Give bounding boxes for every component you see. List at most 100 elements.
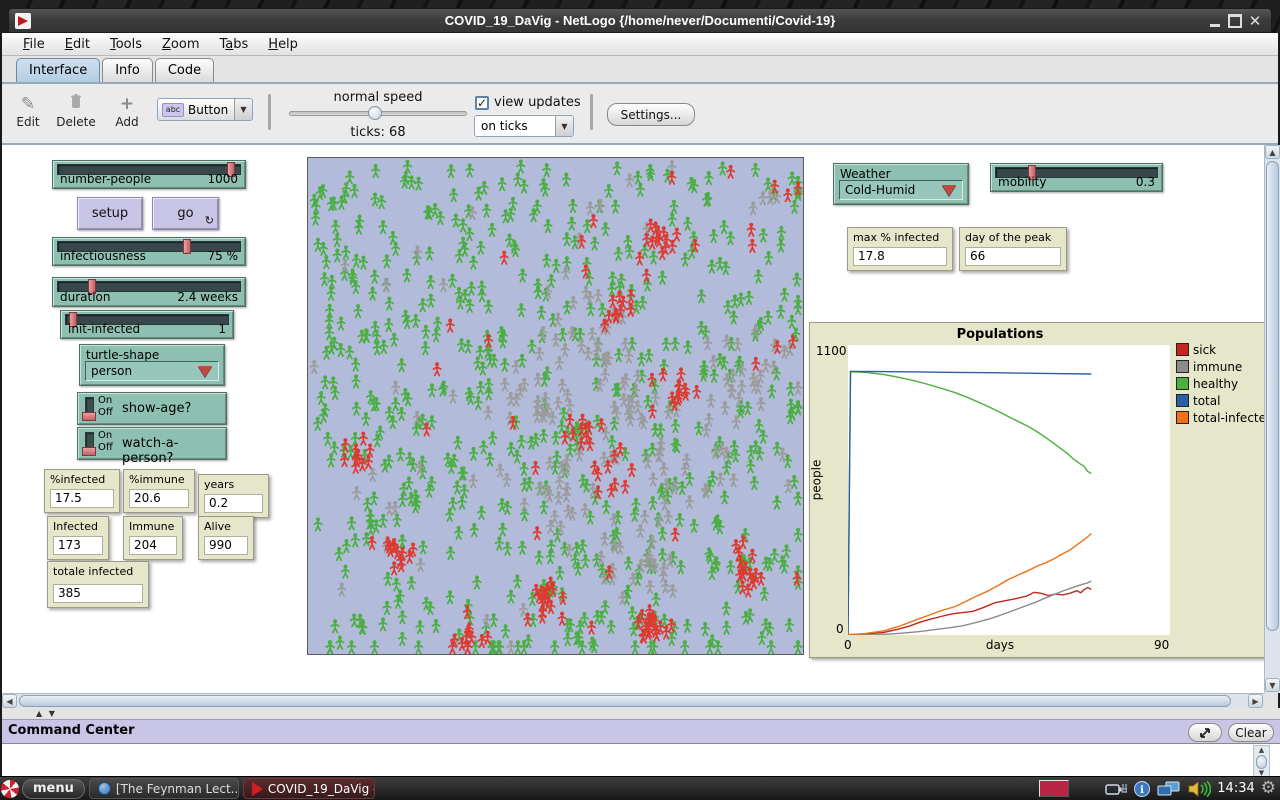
ticks-counter: ticks: 68 xyxy=(289,125,467,140)
vertical-scrollbar[interactable]: ▲ ▼ xyxy=(1264,145,1280,693)
tab-info[interactable]: Info xyxy=(102,58,153,83)
tab-interface[interactable]: Interface xyxy=(16,58,100,83)
go-button[interactable]: go ↻ xyxy=(152,197,219,230)
taskbar-item-netlogo[interactable]: COVID_19_DaVig - ... xyxy=(243,778,375,799)
person-agent xyxy=(471,523,478,536)
diagonal-arrows-icon xyxy=(1199,727,1211,739)
setup-button[interactable]: setup xyxy=(77,197,143,230)
person-agent xyxy=(473,575,480,588)
person-agent xyxy=(568,217,575,230)
horizontal-scrollbar[interactable]: ◀ ▶ xyxy=(2,693,1264,708)
widget-type-selector[interactable]: abc Button ▼ xyxy=(157,98,253,121)
person-agent xyxy=(447,164,454,177)
menu-tabs[interactable]: Tabs xyxy=(210,35,257,54)
menu-tools[interactable]: Tools xyxy=(101,35,151,54)
scrollbar-thumb[interactable] xyxy=(19,695,1231,707)
person-agent xyxy=(474,396,481,409)
slider-handle[interactable] xyxy=(183,239,191,254)
window-titlebar[interactable]: COVID_19_DaVig - NetLogo {/home/never/Do… xyxy=(8,8,1272,33)
y-axis-min: 0 xyxy=(836,622,844,636)
slider-number-people[interactable]: number-people 1000 xyxy=(52,160,246,189)
taskbar-item-feynman[interactable]: [The Feynman Lect... xyxy=(89,778,239,799)
switch-handle[interactable] xyxy=(82,412,96,421)
person-agent xyxy=(651,423,658,436)
scroll-left-arrow[interactable]: ◀ xyxy=(2,694,17,708)
menu-zoom[interactable]: Zoom xyxy=(153,35,208,54)
person-agent xyxy=(589,327,596,340)
edit-widget-button[interactable]: ✎ Edit xyxy=(6,93,50,129)
person-agent xyxy=(723,621,730,634)
update-shield-icon[interactable]: i xyxy=(1133,780,1151,798)
x-axis-label: days xyxy=(810,638,1190,652)
slider-duration[interactable]: duration 2.4 weeks xyxy=(52,277,246,307)
person-agent xyxy=(449,274,456,287)
menu-file[interactable]: File xyxy=(14,35,54,54)
person-agent xyxy=(380,340,387,353)
chooser-turtle-shape[interactable]: turtle-shape person xyxy=(79,344,225,386)
close-button[interactable]: ✕ xyxy=(1247,13,1263,29)
person-agent xyxy=(449,389,456,402)
start-menu-button[interactable]: menu xyxy=(22,779,85,799)
person-agent xyxy=(398,407,405,420)
add-widget-button[interactable]: + Add xyxy=(105,93,149,129)
scroll-down-arrow[interactable]: ▼ xyxy=(1265,678,1280,692)
scroll-up-arrow[interactable]: ▲ xyxy=(1265,145,1280,159)
person-agent xyxy=(485,300,492,313)
world-view[interactable] xyxy=(307,157,804,655)
scrollbar-thumb[interactable] xyxy=(1256,755,1267,769)
person-agent xyxy=(749,201,756,214)
scrollbar-thumb[interactable] xyxy=(1266,161,1279,631)
expand-command-center-button[interactable] xyxy=(1188,723,1222,742)
clock[interactable]: 14:34 xyxy=(1217,781,1254,796)
person-agent xyxy=(462,289,469,302)
person-agent xyxy=(783,544,790,557)
person-agent xyxy=(371,270,378,283)
splitter-arrows-icon[interactable]: ▲ ▼ xyxy=(36,709,57,718)
view-updates-checkbox[interactable]: ✓ xyxy=(475,96,489,110)
network-icon[interactable] xyxy=(1157,780,1181,798)
person-agent xyxy=(750,372,757,385)
person-agent xyxy=(348,516,355,529)
slider-infectiousness[interactable]: infectiousness 75 % xyxy=(52,237,246,266)
window-title: COVID_19_DaVig - NetLogo {/home/never/Do… xyxy=(9,13,1271,28)
pane-splitter[interactable]: ▲ ▼ xyxy=(2,708,1280,719)
command-center-output[interactable]: ▲ ▼ xyxy=(2,743,1280,780)
person-agent xyxy=(652,392,659,405)
person-agent xyxy=(352,533,359,546)
maximize-button[interactable] xyxy=(1227,13,1243,29)
switch-handle[interactable] xyxy=(82,447,96,456)
clear-button[interactable]: Clear xyxy=(1228,723,1274,742)
chooser-dropdown[interactable]: person xyxy=(85,361,219,381)
speed-slider-thumb[interactable] xyxy=(368,106,382,120)
switch-show-age[interactable]: On Off show-age? xyxy=(77,392,227,425)
delete-widget-button[interactable]: Delete xyxy=(54,93,98,129)
chooser-weather[interactable]: Weather Cold-Humid xyxy=(833,163,969,205)
person-agent xyxy=(781,288,788,301)
menu-help[interactable]: Help xyxy=(259,35,307,54)
person-agent xyxy=(787,382,794,395)
gear-icon[interactable]: ⚙ xyxy=(1261,780,1276,797)
person-agent xyxy=(563,232,570,245)
menu-edit[interactable]: Edit xyxy=(56,35,99,54)
chooser-dropdown[interactable]: Cold-Humid xyxy=(839,180,963,200)
command-center-title: Command Center xyxy=(8,723,134,738)
slider-mobility[interactable]: mobility 0.3 xyxy=(990,163,1163,192)
person-agent xyxy=(690,519,697,532)
slider-init-infected[interactable]: init-infected 1 xyxy=(60,310,234,339)
update-mode-selector[interactable]: on ticks ▼ xyxy=(474,115,574,137)
settings-button[interactable]: Settings... xyxy=(607,103,695,126)
plot-area xyxy=(848,345,1170,635)
output-scrollbar[interactable]: ▲ ▼ xyxy=(1253,745,1270,779)
scroll-up-arrow[interactable]: ▲ xyxy=(1254,746,1269,755)
scroll-right-arrow[interactable]: ▶ xyxy=(1248,694,1263,708)
volume-icon[interactable] xyxy=(1187,780,1211,798)
person-agent xyxy=(518,303,525,316)
switch-watch-a-person[interactable]: On Off watch-a-person? xyxy=(77,427,227,460)
battery-icon[interactable] xyxy=(1105,781,1127,797)
keyboard-layout-flag[interactable] xyxy=(1039,780,1069,797)
tab-code[interactable]: Code xyxy=(155,58,214,83)
chooser-label: turtle-shape xyxy=(86,348,159,362)
person-agent xyxy=(662,337,669,350)
minimize-button[interactable] xyxy=(1207,13,1223,29)
peppermint-os-icon[interactable] xyxy=(1,780,19,798)
